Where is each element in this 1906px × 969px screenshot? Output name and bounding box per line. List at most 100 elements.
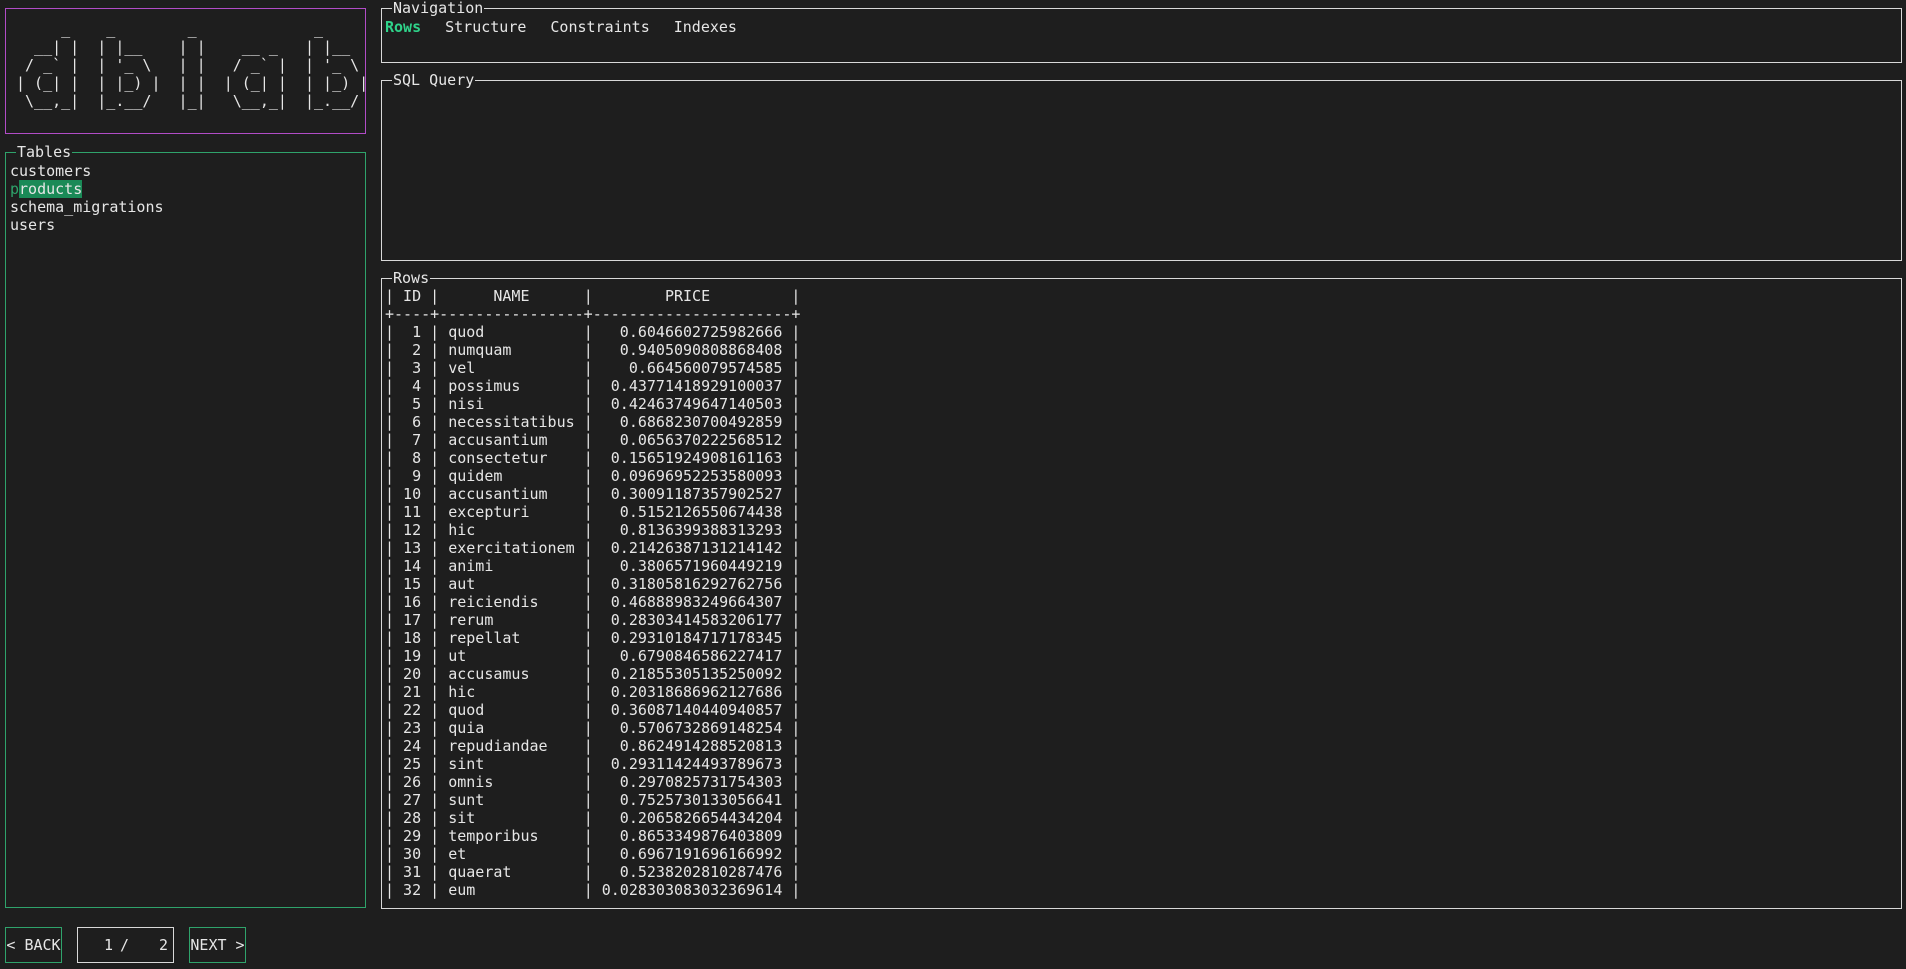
pipe: | [583,701,593,719]
table-row[interactable]: | 1 | quod | 0.6046602725982666 | [385,323,800,341]
table-row[interactable]: | 19 | ut | 0.6790846586227417 | [385,647,800,665]
cell-name: quidem [439,467,584,485]
tab-constraints[interactable]: Constraints [550,18,649,36]
table-row[interactable]: | 2 | numquam | 0.9405090808868408 | [385,341,800,359]
table-row[interactable]: | 7 | accusantium | 0.0656370222568512 | [385,431,800,449]
pipe: | [430,647,440,665]
table-row[interactable]: | 17 | rerum | 0.28303414583206177 | [385,611,800,629]
pipe: | [583,395,593,413]
table-row[interactable]: | 14 | animi | 0.3806571960449219 | [385,557,800,575]
pipe: | [583,485,593,503]
table-row[interactable]: | 23 | quia | 0.5706732869148254 | [385,719,800,737]
pipe: | [583,557,593,575]
cell-name: accusamus [439,665,584,683]
page-current: 1 [104,936,114,954]
table-row[interactable]: | 4 | possimus | 0.43771418929100037 | [385,377,800,395]
cell-id: 4 [394,377,431,395]
cell-price: 0.7525730133056641 [592,791,792,809]
table-row[interactable]: | 12 | hic | 0.8136399388313293 | [385,521,800,539]
pipe: | [791,791,801,809]
table-item-schema-migrations[interactable]: schema_migrations [10,198,164,216]
pipe: | [385,557,395,575]
pipe: | [430,863,440,881]
pipe: | [385,287,395,305]
pipe: | [385,323,395,341]
table-row[interactable]: | 18 | repellat | 0.29310184717178345 | [385,629,800,647]
table-row[interactable]: | 32 | eum | 0.028303083032369614 | [385,881,800,899]
cell-name: temporibus [439,827,584,845]
pipe: | [583,629,593,647]
pipe: | [385,827,395,845]
cell-id: 14 [394,557,431,575]
table-row[interactable]: | 13 | exercitationem | 0.21426387131214… [385,539,800,557]
pipe: | [430,809,440,827]
cell-id: 5 [394,395,431,413]
pipe: | [430,485,440,503]
table-row[interactable]: | 30 | et | 0.6967191696166992 | [385,845,800,863]
cell-price: 0.0656370222568512 [592,431,792,449]
table-row[interactable]: | 31 | quaerat | 0.5238202810287476 | [385,863,800,881]
table-row[interactable]: | 5 | nisi | 0.42463749647140503 | [385,395,800,413]
pipe: | [430,503,440,521]
cell-price: 0.8624914288520813 [592,737,792,755]
table-item-products[interactable]: products [10,180,164,198]
tab-rows[interactable]: Rows [385,18,421,36]
table-row[interactable]: | 15 | aut | 0.31805816292762756 | [385,575,800,593]
pipe: | [791,431,801,449]
cell-id: 31 [394,863,431,881]
table-item-customers[interactable]: customers [10,162,164,180]
pipe: | [385,755,395,773]
table-row[interactable]: | 25 | sint | 0.29311424493789673 | [385,755,800,773]
pipe: | [791,755,801,773]
pipe: | [583,413,593,431]
logo-panel: _ _ _ _ __| | | |__ | | __ _ | |__ / _` … [5,8,368,134]
navigation-tabs: Rows Structure Constraints Indexes [385,18,737,36]
pipe: | [385,773,395,791]
tab-structure[interactable]: Structure [445,18,526,36]
table-row[interactable]: | 24 | repudiandae | 0.8624914288520813 … [385,737,800,755]
pipe: | [791,773,801,791]
pipe: | [385,539,395,557]
table-row[interactable]: | 9 | quidem | 0.09696952253580093 | [385,467,800,485]
pipe: | [385,341,395,359]
pipe: | [385,485,395,503]
cell-name: ut [439,647,584,665]
pipe: | [583,863,593,881]
pipe: | [430,881,440,899]
table-item-users[interactable]: users [10,216,164,234]
next-button[interactable]: NEXT > [189,927,246,963]
cell-price: 0.20318686962127686 [592,683,792,701]
table-row[interactable]: | 20 | accusamus | 0.21855305135250092 | [385,665,800,683]
table-row[interactable]: | 26 | omnis | 0.2970825731754303 | [385,773,800,791]
cell-price: 0.42463749647140503 [592,395,792,413]
cell-id: 11 [394,503,431,521]
table-row[interactable]: | 27 | sunt | 0.7525730133056641 | [385,791,800,809]
pipe: | [385,683,395,701]
table-row[interactable]: | 10 | accusantium | 0.30091187357902527… [385,485,800,503]
sql-query-input[interactable] [386,91,1895,255]
tab-indexes[interactable]: Indexes [674,18,737,36]
pipe: | [791,575,801,593]
table-separator: +----+----------------+-----------------… [385,305,801,323]
back-button[interactable]: < BACK [5,927,62,963]
pipe: | [791,629,801,647]
table-row[interactable]: | 21 | hic | 0.20318686962127686 | [385,683,800,701]
pipe: | [583,791,593,809]
table-row[interactable]: | 28 | sit | 0.2065826654434204 | [385,809,800,827]
table-row[interactable]: | 3 | vel | 0.664560079574585 | [385,359,800,377]
table-row[interactable]: | 6 | necessitatibus | 0.686823070049285… [385,413,800,431]
pipe: | [583,575,593,593]
cell-id: 10 [394,485,431,503]
table-row[interactable]: | 8 | consectetur | 0.15651924908161163 … [385,449,800,467]
cell-price: 0.36087140440940857 [592,701,792,719]
table-row[interactable]: | 11 | excepturi | 0.5152126550674438 | [385,503,800,521]
cell-name: vel [439,359,584,377]
table-row[interactable]: | 29 | temporibus | 0.8653349876403809 | [385,827,800,845]
table-row[interactable]: | 22 | quod | 0.36087140440940857 | [385,701,800,719]
table-row[interactable]: | 16 | reiciendis | 0.46888983249664307 … [385,593,800,611]
pipe: | [583,341,593,359]
rows-table[interactable]: | ID | NAME | PRICE | +----+-------------… [385,287,800,899]
pipe: | [791,665,801,683]
cell-name: omnis [439,773,584,791]
pipe: | [791,467,801,485]
